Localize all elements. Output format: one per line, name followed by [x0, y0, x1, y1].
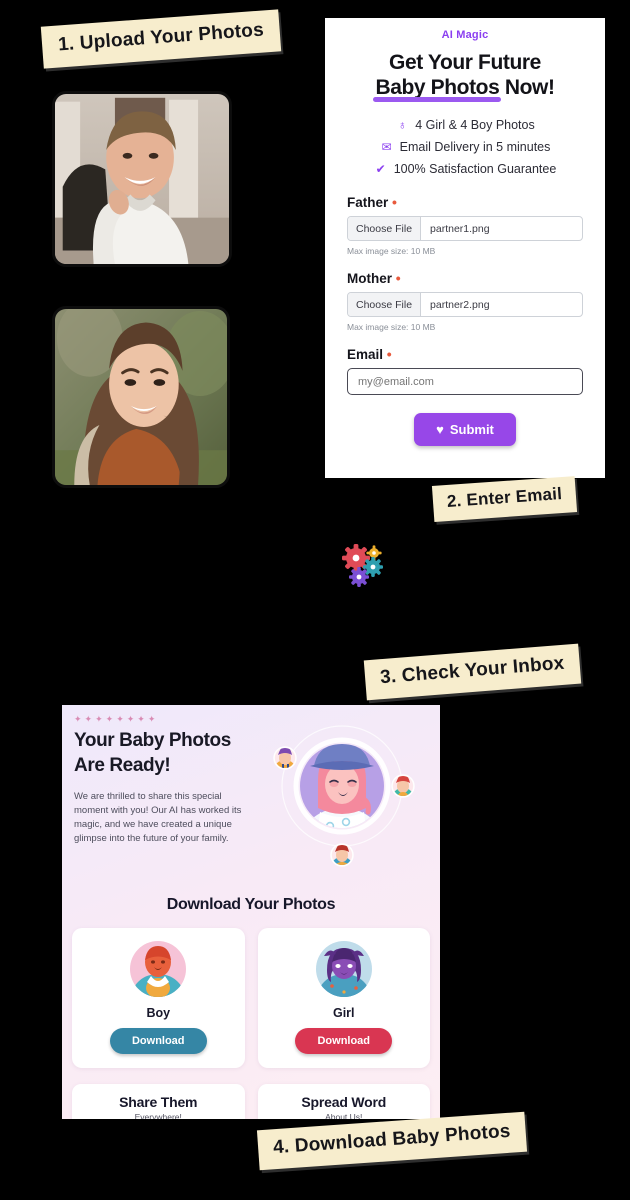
mother-field-block: Mother • Choose File partner2.png Max im… [325, 270, 605, 332]
envelope-icon: ✉ [381, 140, 392, 154]
panel-text-column: Your Baby Photos Are Ready! We are thril… [62, 724, 262, 874]
download-card-boy-label: Boy [146, 1006, 171, 1020]
page-title: Get Your Future Baby Photos Now! [325, 50, 605, 102]
sparkle-icon: ✦ [105, 714, 114, 724]
step-label-text: 4. Download Baby Photos [272, 1120, 512, 1159]
sparkle-icon: ✦ [116, 714, 124, 724]
mother-choose-file-button[interactable]: Choose File [348, 293, 422, 316]
ai-magic-badge: AI Magic [441, 29, 489, 41]
step-label-enter-email: 2. Enter Email [431, 476, 578, 522]
father-file-input[interactable]: Choose File partner1.png [347, 216, 583, 241]
share-them-subtitle: Everywhere! [134, 1112, 182, 1119]
father-label: Father • [347, 194, 583, 210]
panel-illustration-column [262, 724, 440, 874]
submit-button[interactable]: ♥ Submit [414, 413, 516, 446]
email-input[interactable] [347, 368, 583, 395]
father-label-text: Father [347, 195, 389, 210]
required-marker: • [386, 346, 392, 362]
father-photo-thumbnail [52, 91, 232, 267]
step-label-text: 1. Upload Your Photos [57, 19, 265, 56]
download-girl-button[interactable]: Download [295, 1028, 393, 1054]
father-choose-file-button[interactable]: Choose File [348, 217, 422, 240]
feature-item-delivery: ✉ Email Delivery in 5 minutes [325, 136, 605, 158]
mother-label: Mother • [347, 270, 583, 286]
email-result-panel: ✦ ✦ ✦ ✦ ✦ ✦ ✦ ✦ Your Baby Photos Are Rea… [62, 705, 440, 1119]
baby-icon: ♁ [397, 118, 407, 132]
father-photo-illustration [55, 94, 229, 264]
sparkle-icon: ✦ [147, 714, 156, 724]
girl-avatar [315, 941, 372, 997]
share-card-spread-word[interactable]: Spread Word About Us! [257, 1084, 430, 1119]
feature-label-guarantee: 100% Satisfaction Guarantee [393, 162, 557, 176]
check-badge-icon: ✔ [375, 162, 386, 176]
spread-word-title: Spread Word [301, 1094, 387, 1110]
orbit-avatar-top-left [273, 746, 297, 770]
sparkle-icon: ✦ [137, 714, 145, 724]
feature-list: ♁ 4 Girl & 4 Boy Photos ✉ Email Delivery… [325, 114, 605, 180]
panel-header: Your Baby Photos Are Ready! We are thril… [62, 724, 440, 874]
submit-button-label: Submit [449, 422, 494, 437]
download-card-boy[interactable]: Boy Download [72, 928, 245, 1068]
step-label-download-photos: 4. Download Baby Photos [256, 1111, 527, 1171]
gears-icon [342, 544, 383, 587]
submit-row: ♥ Submit [325, 413, 605, 446]
email-field-block: Email • [325, 346, 605, 395]
step-label-check-inbox: 3. Check Your Inbox [363, 643, 581, 701]
step-label-text: 3. Check Your Inbox [379, 652, 566, 689]
father-size-hint: Max image size: 10 MB [347, 246, 436, 256]
feature-label-delivery: Email Delivery in 5 minutes [399, 140, 551, 154]
boy-avatar [130, 941, 187, 997]
share-cards-row: Share Them Everywhere! Spread Word About… [62, 1084, 440, 1119]
mother-photo-illustration [55, 309, 227, 485]
headline-line-2-underlined: Baby Photos [373, 76, 502, 102]
mother-file-name: partner2.png [430, 298, 490, 311]
mother-photo-thumbnail [52, 306, 230, 488]
feature-item-photos: ♁ 4 Girl & 4 Boy Photos [325, 114, 605, 136]
download-card-girl-label: Girl [332, 1006, 355, 1020]
sparkle-decoration-row: ✦ ✦ ✦ ✦ ✦ ✦ ✦ ✦ [62, 705, 440, 724]
download-section-title: Download Your Photos [166, 896, 336, 913]
download-boy-button[interactable]: Download [109, 1028, 207, 1054]
sparkle-icon: ✦ [74, 714, 82, 724]
headline-line-2-rest: Now! [499, 76, 555, 99]
sparkle-icon: ✦ [126, 714, 135, 724]
required-marker: • [395, 270, 401, 286]
panel-description: We are thrilled to share this special mo… [74, 791, 242, 844]
download-cards-row: Boy Download Girl Download [62, 928, 440, 1068]
feature-item-guarantee: ✔ 100% Satisfaction Guarantee [325, 158, 605, 180]
required-marker: • [392, 194, 397, 210]
signup-form-card: AI Magic Get Your Future Baby Photos Now… [325, 18, 605, 478]
spread-word-subtitle: About Us! [325, 1112, 363, 1119]
feature-label-photos: 4 Girl & 4 Boy Photos [415, 118, 535, 132]
download-card-girl[interactable]: Girl Download [257, 928, 430, 1068]
step-label-text: 2. Enter Email [446, 484, 563, 511]
father-file-name: partner1.png [430, 222, 490, 235]
orbit-avatar-right [391, 774, 415, 798]
step-label-upload-photos: 1. Upload Your Photos [40, 9, 282, 69]
share-them-title: Share Them [119, 1094, 198, 1110]
sparkle-icon: ✦ [84, 714, 93, 724]
mother-file-input[interactable]: Choose File partner2.png [347, 292, 583, 317]
sparkle-icon: ✦ [95, 714, 103, 724]
panel-title: Your Baby Photos Are Ready! [74, 730, 231, 776]
father-field-block: Father • Choose File partner1.png Max im… [325, 194, 605, 256]
headline-line-1: Get Your Future [389, 51, 541, 74]
mother-size-hint: Max image size: 10 MB [347, 322, 436, 332]
orbit-avatar-bottom [330, 843, 354, 867]
share-card-share-them[interactable]: Share Them Everywhere! [72, 1084, 245, 1119]
hero-avatar-illustration [273, 725, 415, 867]
email-label: Email • [347, 346, 583, 362]
mother-label-text: Mother [347, 271, 392, 286]
email-label-text: Email [347, 347, 384, 362]
heart-icon: ♥ [436, 422, 444, 437]
